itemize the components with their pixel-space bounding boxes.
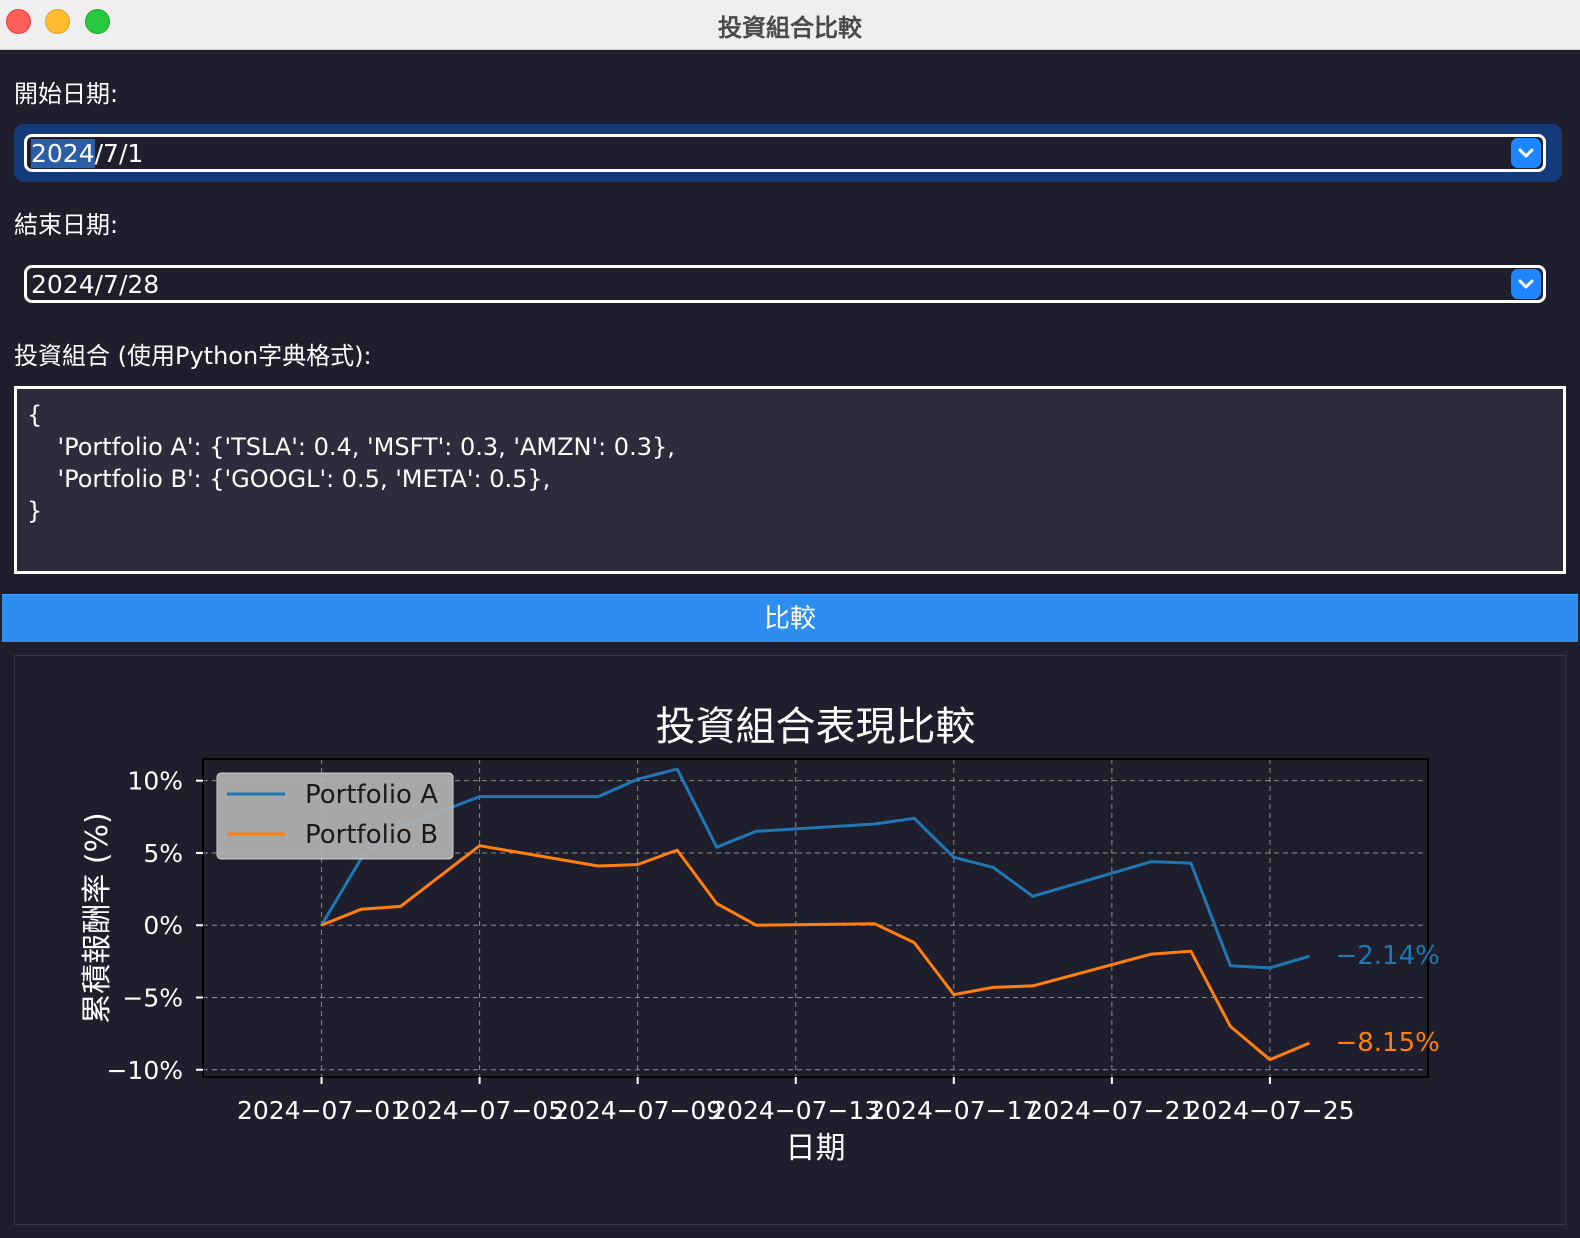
start-date-label: 開始日期: [14,80,119,108]
x-axis-label: 日期 [786,1131,846,1166]
start-date-value[interactable]: 2024/7/1 [31,139,143,169]
end-date-value[interactable]: 2024/7/28 [31,270,159,300]
x-tick-label: 2024−07−21 [1027,1096,1196,1125]
y-tick-label: −10% [106,1056,183,1085]
end-date-label: 結束日期: [14,211,119,239]
portfolio-code-line: } [27,497,43,525]
portfolio-code-line: 'Portfolio B': {'GOOGL': 0.5, 'META': 0.… [27,465,551,493]
window-title: 投資組合比較 [718,14,862,42]
end-date-field[interactable]: 2024/7/28 [14,255,1562,313]
end-date-box[interactable]: 2024/7/28 [24,265,1546,303]
chart-panel: 10% 5% 0% −5% −10% 2024−07−01 2024−07−05 2024−0… [14,655,1566,1225]
portfolio-textarea[interactable]: { 'Portfolio A': {'TSLA': 0.4, 'MSFT': 0… [14,386,1566,574]
chart-legend: Portfolio A Portfolio B [216,772,454,860]
compare-button[interactable]: 比較 [2,594,1578,642]
end-value-label: −2.14% [1335,941,1439,971]
legend-entry: Portfolio B [305,820,438,850]
y-tick-label: 10% [127,767,183,796]
x-tick-label: 2024−07−25 [1185,1096,1354,1125]
chevron-down-icon [1518,279,1534,289]
portfolio-code-line: 'Portfolio A': {'TSLA': 0.4, 'MSFT': 0.3… [27,433,675,461]
start-date-field[interactable]: 2024/7/1 [14,124,1562,182]
y-tick-label: 5% [143,839,183,868]
portfolio-label: 投資組合 (使用Python字典格式): [14,342,372,370]
x-tick-label: 2024−07−09 [553,1096,722,1125]
start-date-rest-text: /7/1 [94,139,144,168]
end-date-dropdown-button[interactable] [1511,269,1541,299]
chart-title: 投資組合表現比較 [656,704,976,750]
chevron-down-icon [1518,148,1534,158]
x-tick-label: 2024−07−01 [237,1096,406,1125]
performance-chart: 10%5%0%−5%−10%2024−07−012024−07−052024−0… [80,704,1440,1166]
x-tick-label: 2024−07−05 [395,1096,564,1125]
portfolio-code-line: { [27,401,43,429]
x-tick-label: 2024−07−13 [711,1096,880,1125]
start-date-dropdown-button[interactable] [1511,138,1541,168]
y-axis-label: 累積報酬率 (%) [80,812,115,1023]
y-tick-label: 0% [143,911,183,940]
y-tick-label: −5% [122,984,183,1013]
end-value-label: −8.15% [1335,1028,1439,1058]
legend-entry: Portfolio A [305,780,438,810]
title-bar: 投資組合比較 [0,0,1580,50]
start-date-selected-text: 2024 [31,139,95,168]
x-tick-label: 2024−07−17 [869,1096,1038,1125]
start-date-box[interactable]: 2024/7/1 [24,134,1546,172]
